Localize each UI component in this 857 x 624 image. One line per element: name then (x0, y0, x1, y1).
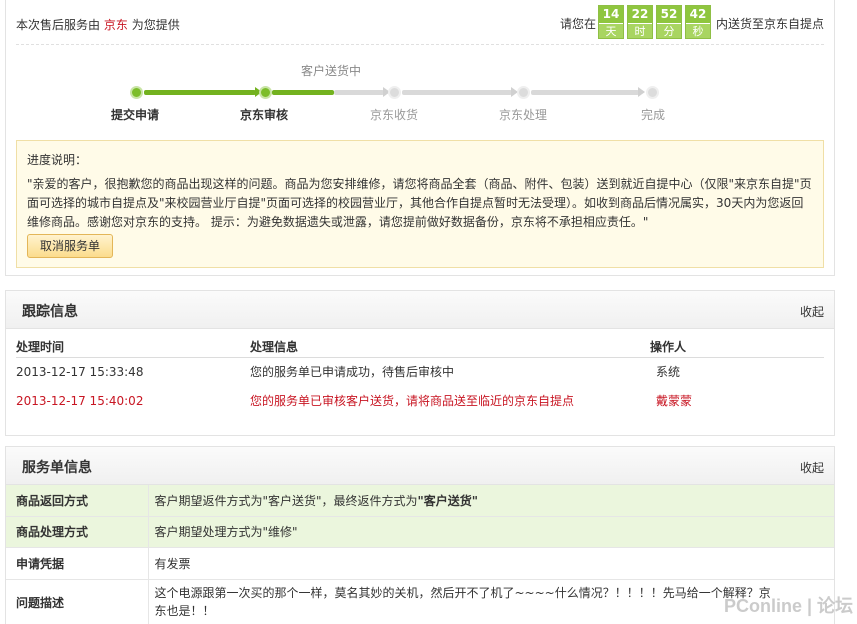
row-time: 2013-12-17 15:33:48 (16, 364, 144, 379)
row-operator: 戴蒙蒙 (656, 394, 693, 408)
progress-arrow-4 (638, 87, 645, 97)
col-header-operator: 操作人 (650, 329, 824, 358)
info-key: 商品处理方式 (6, 516, 149, 548)
countdown-seconds: 42 秒 (684, 5, 711, 39)
info-row-return-method: 商品返回方式 客户期望返件方式为"客户送货"，最终返件方式为"客户送货" (6, 485, 834, 517)
info-key: 问题描述 (6, 579, 149, 624)
info-value: 客户期望处理方式为"维修" (148, 516, 834, 548)
step-label-complete: 完成 (641, 108, 666, 122)
step-node-submit (130, 86, 143, 99)
tracking-header: 跟踪信息 收起 (6, 291, 834, 329)
row-info: 您的服务单已申请成功，待售后审核中 (250, 365, 455, 380)
row-info: 您的服务单已审核客户送货，请将商品送至临近的京东自提点 (250, 394, 575, 408)
step-label-receive: 京东收货 (370, 108, 419, 122)
site-watermark-logo: PConline | 论坛 (723, 596, 853, 616)
progress-notice: 进度说明： "亲爱的客户，很抱歉您的商品出现这样的问题。商品为您安排维修，请您将… (16, 140, 824, 268)
countdown: 请您在 14 天 22 时 52 分 42 秒 内送货至京东自提点 (560, 5, 824, 39)
cancel-service-button[interactable]: 取消服务单 (27, 234, 113, 258)
info-row-voucher: 申请凭据 有发票 (6, 547, 834, 580)
info-row-description: 问题描述 这个电源跟第一次买的那个一样，莫名其妙的关机，然后开不了机了~~~~什… (6, 579, 834, 624)
service-info-section: 服务单信息 收起 商品返回方式 客户期望返件方式为"客户送货"，最终返件方式为"… (5, 446, 835, 624)
progress-segment-2-pending (334, 90, 384, 95)
provider-line: 本次售后服务由 京东 为您提供 (16, 16, 180, 33)
step-node-complete (646, 86, 659, 99)
step-node-review (259, 86, 272, 99)
info-key: 商品返回方式 (6, 485, 149, 517)
service-info-table: 商品返回方式 客户期望返件方式为"客户送货"，最终返件方式为"客户送货" 商品处… (6, 485, 834, 624)
progress-segment-3 (402, 90, 512, 95)
col-header-time: 处理时间 (16, 329, 250, 358)
step-label-review: 京东审核 (240, 108, 289, 122)
progress-segment-1 (144, 90, 256, 95)
progress-segment-2-done (272, 90, 334, 95)
tracking-title: 跟踪信息 (22, 304, 78, 320)
progress-segment-4 (531, 90, 639, 95)
table-row: 2013-12-17 15:33:48 您的服务单已申请成功，待售后审核中 系统 (16, 357, 824, 386)
info-key: 申请凭据 (6, 547, 149, 580)
countdown-hours: 22 时 (626, 5, 653, 39)
notice-title: 进度说明： (27, 153, 88, 167)
countdown-minutes: 52 分 (655, 5, 682, 39)
service-info-collapse-link[interactable]: 收起 (800, 459, 824, 476)
provider-brand-link[interactable]: 京东 (104, 18, 128, 32)
tracking-collapse-link[interactable]: 收起 (800, 303, 824, 320)
service-info-title: 服务单信息 (22, 460, 92, 476)
col-header-info: 处理信息 (250, 329, 650, 358)
info-value: 有发票 (148, 547, 834, 580)
provider-suffix: 为您提供 (131, 18, 180, 32)
divider (16, 44, 824, 45)
tracking-section: 跟踪信息 收起 处理时间 处理信息 操作人 2013-12-17 15:33:4… (5, 290, 835, 436)
countdown-prefix: 请您在 (559, 17, 596, 31)
step-label-submit: 提交申请 (111, 108, 160, 122)
step-label-process: 京东处理 (499, 108, 548, 122)
progress-tracker: 客户送货中 提交申请 京东审核 京东收货 京东处理 完成 (6, 58, 836, 130)
table-row: 2013-12-17 15:40:02 您的服务单已审核客户送货，请将商品送至临… (16, 386, 824, 415)
service-status-panel: 本次售后服务由 京东 为您提供 请您在 14 天 22 时 52 分 42 秒 … (5, 0, 835, 276)
countdown-days: 14 天 (597, 5, 624, 39)
service-info-header: 服务单信息 收起 (6, 447, 834, 485)
row-time: 2013-12-17 15:40:02 (16, 393, 144, 408)
tracking-table: 处理时间 处理信息 操作人 2013-12-17 15:33:48 您的服务单已… (16, 329, 824, 415)
provider-prefix: 本次售后服务由 (16, 18, 101, 32)
row-operator: 系统 (656, 365, 681, 380)
info-value: 客户期望返件方式为"客户送货"，最终返件方式为"客户送货" (148, 485, 834, 517)
countdown-suffix: 内送货至京东自提点 (715, 17, 824, 31)
step-node-process (517, 86, 530, 99)
step-node-receive (388, 86, 401, 99)
info-row-process-method: 商品处理方式 客户期望处理方式为"维修" (6, 516, 834, 548)
current-status-label: 客户送货中 (301, 64, 362, 78)
notice-body: "亲爱的客户，很抱歉您的商品出现这样的问题。商品为您安排维修，请您将商品全套（商… (27, 177, 812, 229)
